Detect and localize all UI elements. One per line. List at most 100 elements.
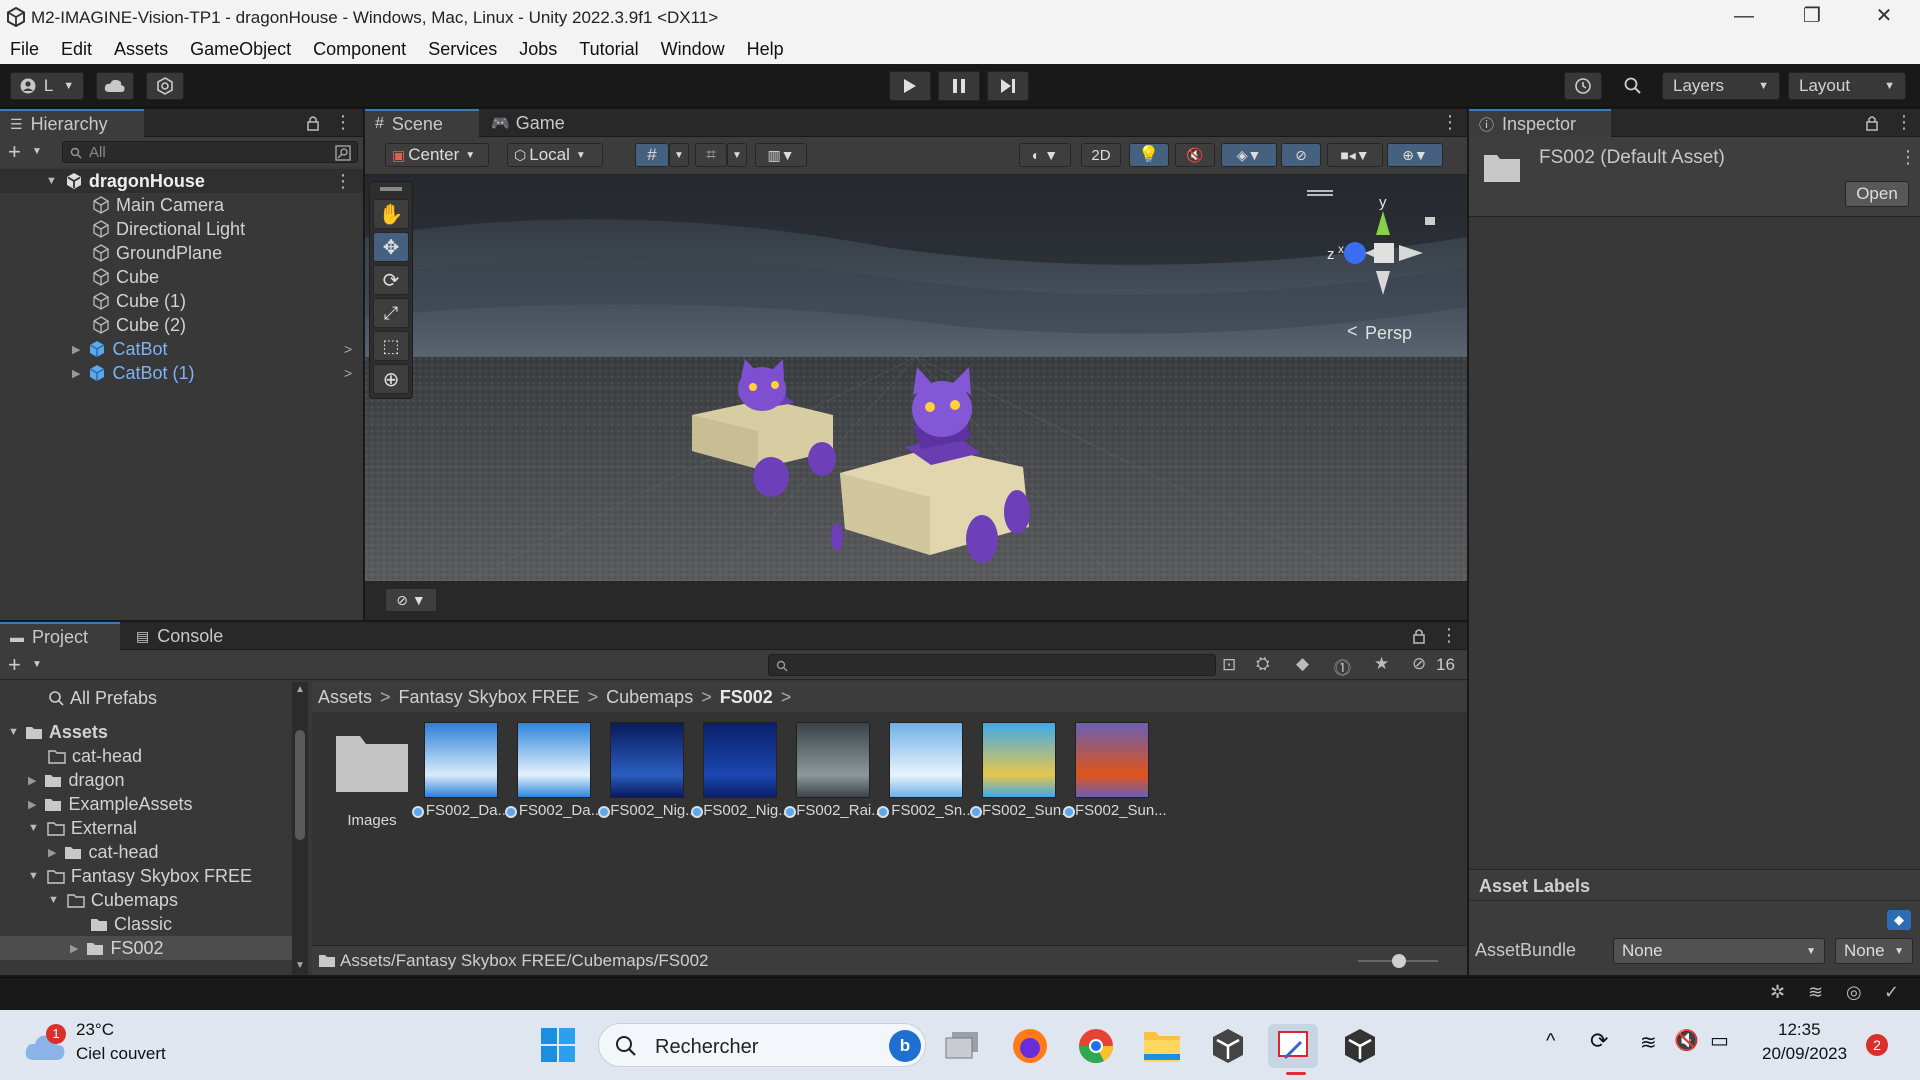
scene-visibility-toggle[interactable]: ⊘ [1281, 143, 1321, 167]
chrome-button[interactable] [1076, 1026, 1116, 1066]
kebab-menu-icon[interactable]: ⋮ [334, 112, 352, 133]
hierarchy-item-catbot-1[interactable]: ▶ CatBot (1) > [0, 361, 363, 385]
expand-arrow-icon[interactable]: ▶ [28, 798, 36, 811]
asset-item[interactable]: FS002_Da... [412, 722, 516, 842]
effects-toggle[interactable]: ◈▼ [1221, 143, 1277, 167]
step-button[interactable] [987, 71, 1029, 101]
collab-button[interactable] [146, 72, 184, 100]
scene-row[interactable]: ▼ dragonHouse ⋮ [0, 169, 363, 193]
history-button[interactable] [1564, 72, 1602, 100]
gizmo-lock-icon[interactable] [1425, 217, 1435, 225]
tab-scene[interactable]: # Scene [365, 109, 479, 137]
tree-scrollbar[interactable]: ▲ ▼ [292, 682, 308, 975]
chevron-up-icon[interactable]: ^ [1546, 1030, 1555, 1053]
gizmos-toggle[interactable]: ⊕▼ [1387, 143, 1443, 167]
expand-arrow-icon[interactable]: ▶ [70, 942, 78, 955]
filter-log-icon[interactable]: ⓵ [1334, 654, 1351, 679]
clock-time[interactable]: 12:35 [1778, 1020, 1821, 1040]
kebab-menu-icon[interactable]: ⋮ [334, 171, 352, 192]
close-button[interactable]: ✕ [1850, 0, 1918, 34]
lock-icon[interactable] [306, 115, 320, 131]
tree-item-classic[interactable]: Classic [0, 912, 310, 936]
expand-arrow-icon[interactable]: ▶ [28, 774, 36, 787]
tree-item-external[interactable]: ▼ External [0, 816, 310, 840]
file-explorer-button[interactable] [1142, 1028, 1182, 1064]
clock-date[interactable]: 20/09/2023 [1762, 1044, 1847, 1064]
progress-icon[interactable]: ◎ [1846, 982, 1862, 1003]
asset-item[interactable]: FS002_Sn... [877, 722, 981, 842]
rotate-tool-button[interactable]: ⟳ [373, 265, 409, 295]
lighting-toggle[interactable]: 💡 [1129, 143, 1169, 167]
expand-arrow-icon[interactable]: ▶ [72, 343, 80, 356]
minimize-button[interactable]: — [1710, 0, 1778, 34]
expand-arrow-icon[interactable]: ▼ [8, 726, 19, 738]
volume-mute-icon[interactable]: 🔇 [1674, 1028, 1699, 1053]
bing-icon[interactable]: b [889, 1030, 921, 1062]
expand-arrow-icon[interactable]: ▶ [48, 846, 56, 859]
hierarchy-search-input[interactable]: All [62, 141, 358, 163]
persp-label[interactable]: Persp [1365, 323, 1412, 343]
ruler-button[interactable]: ▥▼ [755, 143, 807, 167]
add-icon[interactable]: + [8, 139, 21, 165]
add-icon[interactable]: + [8, 652, 21, 678]
chevron-down-icon[interactable]: ▼ [32, 659, 42, 670]
menu-assets[interactable]: Assets [114, 39, 168, 60]
all-prefabs-row[interactable]: All Prefabs [0, 686, 310, 710]
grid-snap-button[interactable]: # [635, 143, 669, 167]
kebab-menu-icon[interactable]: ⋮ [1440, 625, 1458, 646]
label-tag-button[interactable]: ◆ [1887, 910, 1911, 930]
kebab-menu-icon[interactable]: ⋮ [1899, 147, 1917, 168]
layers-dropdown[interactable]: Layers ▼ [1662, 72, 1780, 100]
expand-arrow-icon[interactable]: ▼ [46, 175, 57, 187]
asset-bundle-dropdown[interactable]: None ▼ [1613, 938, 1825, 964]
start-button[interactable] [540, 1027, 576, 1063]
tree-item-dragon[interactable]: ▶ dragon [0, 768, 310, 792]
firefox-button[interactable] [1010, 1026, 1050, 1066]
asset-item[interactable]: FS002_Nig... [598, 722, 702, 842]
hand-tool-button[interactable]: ✋ [373, 199, 409, 229]
shading-mode-button[interactable]: ◐ ▼ [1019, 143, 1071, 167]
tree-item-cat-head[interactable]: cat-head [0, 744, 310, 768]
layout-dropdown[interactable]: Layout ▼ [1788, 72, 1906, 100]
space-dropdown[interactable]: ⬡ Local ▼ [507, 143, 603, 167]
breadcrumb-item[interactable]: Cubemaps [606, 687, 693, 708]
breadcrumb-item[interactable]: Assets [318, 687, 372, 708]
lock-icon[interactable] [1865, 115, 1879, 131]
hierarchy-item-main-camera[interactable]: Main Camera [0, 193, 363, 217]
hierarchy-item-cube-1[interactable]: Cube (1) [0, 289, 363, 313]
menu-gameobject[interactable]: GameObject [190, 39, 291, 60]
layers-stack-icon[interactable]: ≋ [1808, 982, 1823, 1003]
check-circle-icon[interactable]: ✓ [1884, 982, 1899, 1003]
menu-file[interactable]: File [10, 39, 39, 60]
open-button[interactable]: Open [1845, 181, 1909, 207]
search-button[interactable] [1614, 72, 1652, 100]
kebab-menu-icon[interactable]: ⋮ [1441, 112, 1459, 133]
search-options-icon[interactable] [335, 145, 351, 161]
chevron-right-icon[interactable]: > [344, 341, 352, 357]
tab-console[interactable]: ▤ Console [126, 622, 233, 650]
hidden-eye-icon[interactable]: ⊘ [1412, 654, 1426, 674]
tree-item-assets[interactable]: ▼ Assets [0, 720, 310, 744]
menu-edit[interactable]: Edit [61, 39, 92, 60]
project-search-input[interactable] [768, 654, 1216, 676]
play-button[interactable] [889, 71, 931, 101]
menu-window[interactable]: Window [661, 39, 725, 60]
expand-arrow-icon[interactable]: ▼ [28, 870, 39, 882]
hierarchy-item-groundplane[interactable]: GroundPlane [0, 241, 363, 265]
weather-widget[interactable]: 1 [24, 1024, 68, 1064]
cloud-button[interactable] [96, 72, 134, 100]
chevron-right-icon[interactable]: > [344, 365, 352, 381]
zoom-slider-thumb[interactable] [1392, 954, 1406, 968]
tree-item-fantasy-skybox[interactable]: ▼ Fantasy Skybox FREE [0, 864, 310, 888]
filter-type-icon[interactable]: ⛭ [1256, 654, 1270, 674]
expand-arrow-icon[interactable]: ▶ [72, 367, 80, 380]
breadcrumb-item[interactable]: FS002 [720, 687, 773, 708]
lock-icon[interactable] [1412, 628, 1426, 644]
hierarchy-item-directional-light[interactable]: Directional Light [0, 217, 363, 241]
asset-item[interactable]: FS002_Nig... [691, 722, 795, 842]
rect-tool-button[interactable]: ⬚ [373, 331, 409, 361]
tab-hierarchy[interactable]: ☰ Hierarchy [0, 109, 144, 137]
snipping-tool-button[interactable] [1268, 1024, 1318, 1068]
asset-item[interactable]: FS002_Rai... [784, 722, 888, 842]
menu-services[interactable]: Services [428, 39, 497, 60]
